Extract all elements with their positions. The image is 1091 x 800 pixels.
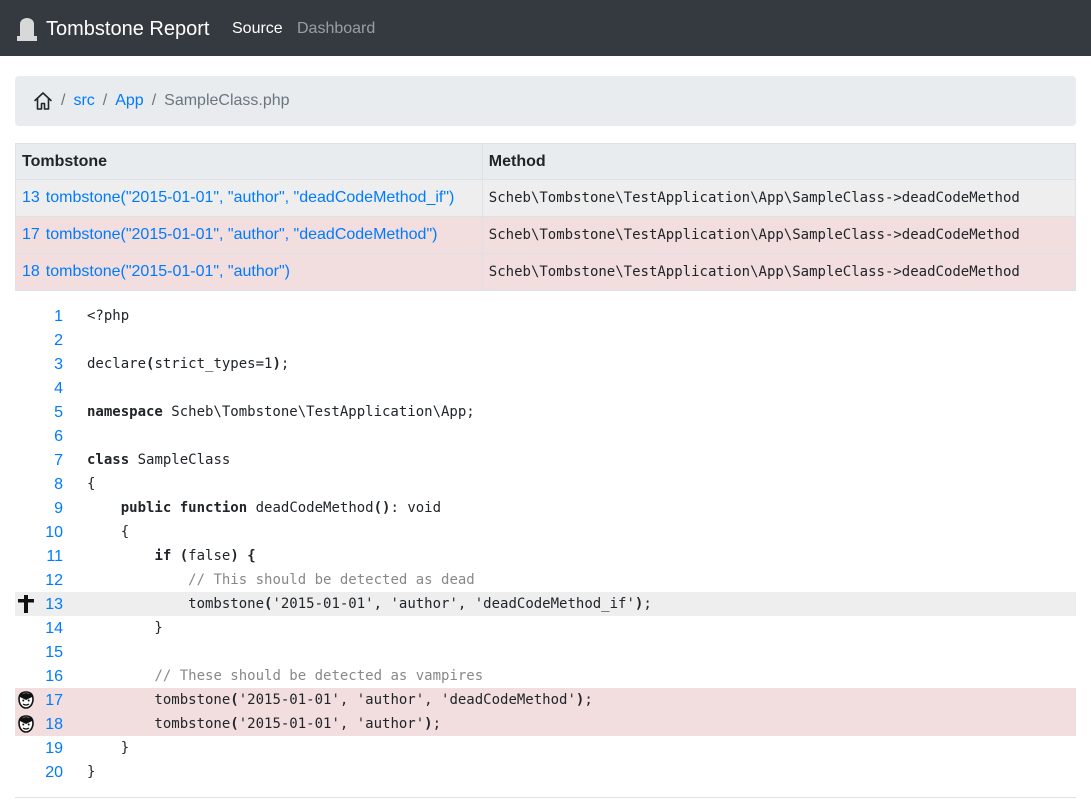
code-text: if (false) { [154, 548, 256, 564]
code-line: 3 declare(strict_types=1); [15, 352, 1076, 376]
code-text: declare(strict_types=1); [87, 356, 290, 372]
code-text: { [87, 524, 130, 540]
breadcrumb: / src / App / SampleClass.php [15, 76, 1076, 126]
home-icon[interactable] [33, 91, 53, 111]
row-tombstone-link[interactable]: tombstone("2015-01-01", "author", "deadC… [39, 216, 483, 254]
line-number-link[interactable]: 17 [15, 689, 63, 713]
breadcrumb-item-active: SampleClass.php [164, 92, 290, 109]
line-number-link[interactable]: 13 [15, 593, 63, 617]
breadcrumb-separator: / [151, 92, 157, 109]
code-line: 6 [15, 424, 1076, 448]
breadcrumb-item-src[interactable]: src [73, 92, 94, 110]
line-number-link[interactable]: 3 [15, 353, 63, 377]
line-number-link[interactable]: 2 [15, 329, 63, 353]
row-tombstone-link[interactable]: tombstone("2015-01-01", "author") [39, 253, 483, 291]
code-line: 5 namespace Scheb\Tombstone\TestApplicati… [15, 400, 1076, 424]
code-text: } [87, 620, 163, 636]
brand-title: Tombstone Report [46, 18, 210, 40]
code-text: class SampleClass [87, 452, 231, 468]
nav-link-dashboard[interactable]: Dashboard [297, 18, 375, 40]
code-text: // These should be detected as vampires [154, 668, 484, 684]
brand[interactable]: Tombstone Report [17, 14, 209, 44]
code-text: // This should be detected as dead [188, 572, 475, 588]
column-header-tombstone: Tombstone [15, 143, 483, 180]
row-line-link[interactable]: 13 [14, 179, 40, 217]
divider [15, 797, 1076, 798]
code-text: namespace Scheb\Tombstone\TestApplicatio… [87, 404, 475, 420]
line-number-link[interactable]: 5 [15, 401, 63, 425]
line-number-link[interactable]: 4 [15, 377, 63, 401]
code-text: <?php [87, 308, 130, 324]
code-line: 9 public function deadCodeMethod(): void [15, 496, 1076, 520]
line-number-link[interactable]: 14 [15, 617, 63, 641]
code-line: 11 if (false) { [15, 544, 1076, 568]
row-method: Scheb\Tombstone\TestApplication\App\Samp… [481, 179, 1077, 217]
line-number-link[interactable]: 19 [15, 737, 63, 761]
code-line: 16 // These should be detected as vampir… [15, 664, 1076, 688]
code-line: 2 [15, 328, 1076, 352]
breadcrumb-separator: / [61, 92, 66, 109]
row-line-link[interactable]: 18 [14, 253, 40, 291]
line-number-link[interactable]: 1 [15, 305, 63, 329]
row-tombstone-link[interactable]: tombstone("2015-01-01", "author", "deadC… [39, 179, 483, 217]
code-line: 8{ [15, 472, 1076, 496]
code-line: 19 } [15, 736, 1076, 760]
code-text: tombstone('2015-01-01', 'author', 'deadC… [87, 692, 593, 708]
line-number-link[interactable]: 8 [15, 473, 63, 497]
line-number-link[interactable]: 12 [15, 569, 63, 593]
code-line: 17 tombstone('2015-01-01', 'author', 'de… [15, 688, 1076, 712]
code-line: 15 [15, 640, 1076, 664]
code-line: 14 } [15, 616, 1076, 640]
code-text: } [87, 740, 130, 756]
line-number-link[interactable]: 18 [15, 713, 63, 737]
column-header-method: Method [481, 143, 1077, 180]
table-row: 13 tombstone("2015-01-01", "author", "de… [14, 179, 1077, 217]
source-code-view: 1 <?php 2 3 declare(strict_types=1); 4 5 namesp… [15, 304, 1076, 784]
line-number-link[interactable]: 6 [15, 425, 63, 449]
navbar: Tombstone Report Source Dashboard [0, 0, 1091, 56]
line-number-link[interactable]: 20 [15, 761, 63, 785]
code-line: 12 // This should be detected as dead [15, 568, 1076, 592]
nav-link-source[interactable]: Source [232, 18, 283, 40]
row-method: Scheb\Tombstone\TestApplication\App\Samp… [481, 216, 1077, 254]
code-text: } [87, 764, 96, 780]
code-line: 13 tombstone('2015-01-01', 'author', 'de… [15, 592, 1076, 616]
line-number-link[interactable]: 10 [15, 521, 63, 545]
line-number-link[interactable]: 7 [15, 449, 63, 473]
code-text: public function deadCodeMethod(): void [120, 500, 442, 516]
code-text: tombstone('2015-01-01', 'author'); [87, 716, 442, 732]
line-number-link[interactable]: 9 [15, 497, 63, 521]
row-method: Scheb\Tombstone\TestApplication\App\Samp… [481, 253, 1077, 291]
line-number-link[interactable]: 11 [15, 545, 63, 569]
line-number-link[interactable]: 15 [15, 641, 63, 665]
table-row: 18 tombstone("2015-01-01", "author") Sch… [14, 253, 1077, 291]
code-line: 18 tombstone('2015-01-01', 'author'); [15, 712, 1076, 736]
code-line: 10 { [15, 520, 1076, 544]
code-line: 1 <?php [15, 304, 1076, 328]
tombstone-table: Tombstone Method 13 tombstone("2015-01-0… [14, 143, 1077, 291]
code-line: 7 class SampleClass [15, 448, 1076, 472]
line-number-link[interactable]: 16 [15, 665, 63, 689]
code-text: { [87, 476, 96, 492]
code-line: 20} [15, 760, 1076, 784]
code-text: tombstone('2015-01-01', 'author', 'deadC… [87, 596, 652, 612]
tombstone-icon [17, 18, 37, 41]
breadcrumb-separator: / [102, 92, 108, 109]
breadcrumb-item-app[interactable]: App [115, 92, 143, 110]
table-row: 17 tombstone("2015-01-01", "author", "de… [14, 216, 1077, 254]
code-line: 4 [15, 376, 1076, 400]
row-line-link[interactable]: 17 [14, 216, 40, 254]
